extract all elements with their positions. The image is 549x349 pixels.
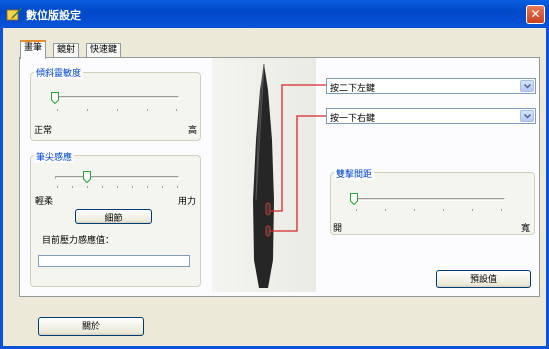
details-button[interactable]: 細節 (75, 209, 152, 224)
tab-label: 鏡射 (57, 45, 76, 55)
double-click-min-label: 開 (333, 224, 343, 234)
double-click-label: 雙擊間距 (334, 167, 375, 180)
tilt-slider-ticks (57, 109, 177, 111)
tilt-sensitivity-group (30, 72, 201, 141)
tilt-slider-thumb[interactable] (51, 92, 59, 104)
defaults-button[interactable]: 預設值 (436, 270, 531, 288)
lower-button-value: 按一下右鍵 (330, 114, 376, 124)
double-click-slider-thumb[interactable] (350, 193, 358, 205)
window-title: 數位版設定 (26, 9, 81, 22)
tilt-slider-track[interactable] (54, 96, 179, 99)
defaults-button-label: 預設值 (469, 275, 497, 285)
double-click-ticks (356, 209, 502, 211)
chevron-down-icon[interactable] (520, 110, 534, 122)
tip-slider-track[interactable] (55, 176, 179, 179)
title-bar: 數位版設定 ✕ (0, 0, 549, 28)
tab-hotkeys[interactable]: 快速鍵 (86, 43, 122, 58)
tab-label: 快速鍵 (90, 45, 118, 55)
double-click-slider-track[interactable] (353, 198, 505, 201)
lower-button-select[interactable]: 按一下右鍵 (326, 108, 536, 124)
pen-illustration (253, 63, 326, 288)
pressure-meter (38, 255, 190, 267)
tip-max-label: 用力 (178, 197, 197, 207)
close-icon: ✕ (530, 7, 541, 21)
pen-tablet-icon (6, 8, 22, 21)
chevron-down-icon[interactable] (520, 80, 534, 92)
tip-feel-label: 筆尖感應 (34, 150, 75, 163)
tip-slider-thumb[interactable] (83, 171, 91, 183)
close-button[interactable]: ✕ (526, 5, 545, 24)
tip-min-label: 輕柔 (35, 197, 54, 207)
details-button-label: 細節 (104, 214, 123, 224)
upper-button-value: 按二下左鍵 (330, 84, 376, 94)
tip-slider-ticks (57, 186, 178, 188)
pressure-reading-label: 目前壓力感應值： (42, 236, 115, 246)
about-button[interactable]: 關於 (38, 317, 144, 336)
tab-pen[interactable]: 畫筆 (20, 40, 47, 59)
upper-button-select[interactable]: 按二下左鍵 (326, 78, 536, 94)
double-click-max-label: 寬 (521, 224, 531, 234)
double-click-group (330, 172, 535, 235)
about-button-label: 關於 (81, 322, 100, 332)
tilt-sensitivity-label: 傾斜靈敏度 (34, 66, 84, 79)
tab-mirror[interactable]: 鏡射 (53, 43, 80, 58)
tab-label: 畫筆 (24, 43, 43, 53)
tilt-min-label: 正常 (34, 126, 53, 136)
tilt-max-label: 高 (188, 126, 198, 136)
